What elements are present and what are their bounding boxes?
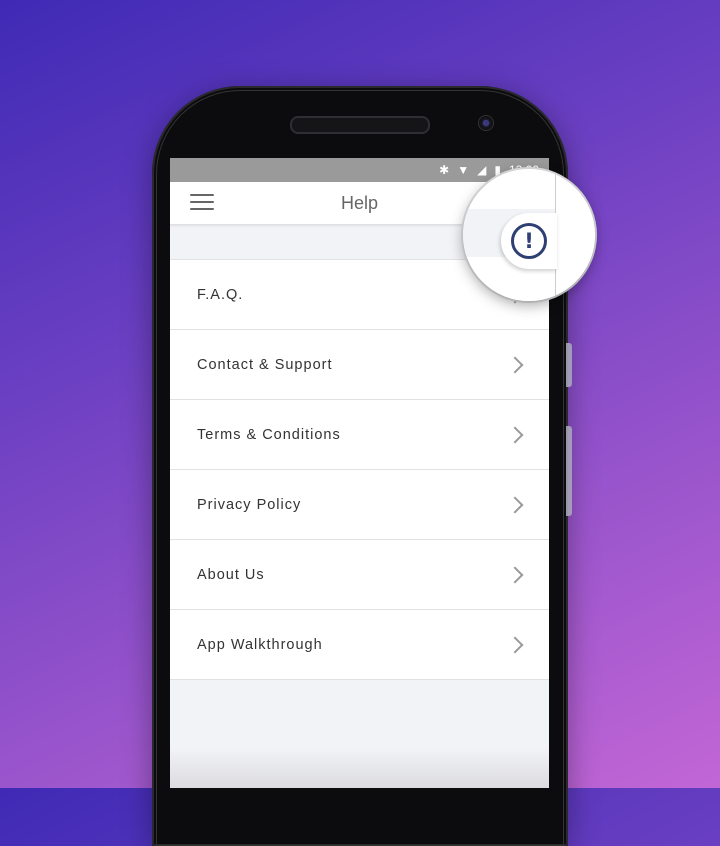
chevron-right-icon [506,496,524,513]
list-item-label: Terms & Conditions [197,426,341,443]
list-item-label: Privacy Policy [197,496,302,513]
exclamation-circle-icon: ! [511,223,547,259]
power-button[interactable] [566,426,572,516]
help-item-about-us[interactable]: About Us [170,539,549,609]
bottom-shadow [170,748,549,788]
alert-button[interactable]: ! [501,213,557,269]
chevron-right-icon [506,426,524,443]
hamburger-menu-icon[interactable] [190,194,214,212]
list-item-label: About Us [197,566,265,583]
help-item-contact-support[interactable]: Contact & Support [170,329,549,399]
earpiece-speaker [290,116,430,134]
bluetooth-icon: ✱ [439,163,450,177]
list-item-label: Contact & Support [197,356,333,373]
list-item-label: F.A.Q. [197,286,244,303]
chevron-right-icon [506,566,524,583]
help-item-app-walkthrough[interactable]: App Walkthrough [170,609,549,680]
help-menu-list: F.A.Q. Contact & Support Terms & Conditi… [170,259,549,680]
help-item-terms-conditions[interactable]: Terms & Conditions [170,399,549,469]
zoom-callout: ! [463,169,595,301]
front-camera [478,115,494,131]
volume-button[interactable] [566,343,572,387]
list-item-label: App Walkthrough [197,636,323,653]
chevron-right-icon [506,356,524,373]
chevron-right-icon [506,636,524,653]
help-item-privacy-policy[interactable]: Privacy Policy [170,469,549,539]
